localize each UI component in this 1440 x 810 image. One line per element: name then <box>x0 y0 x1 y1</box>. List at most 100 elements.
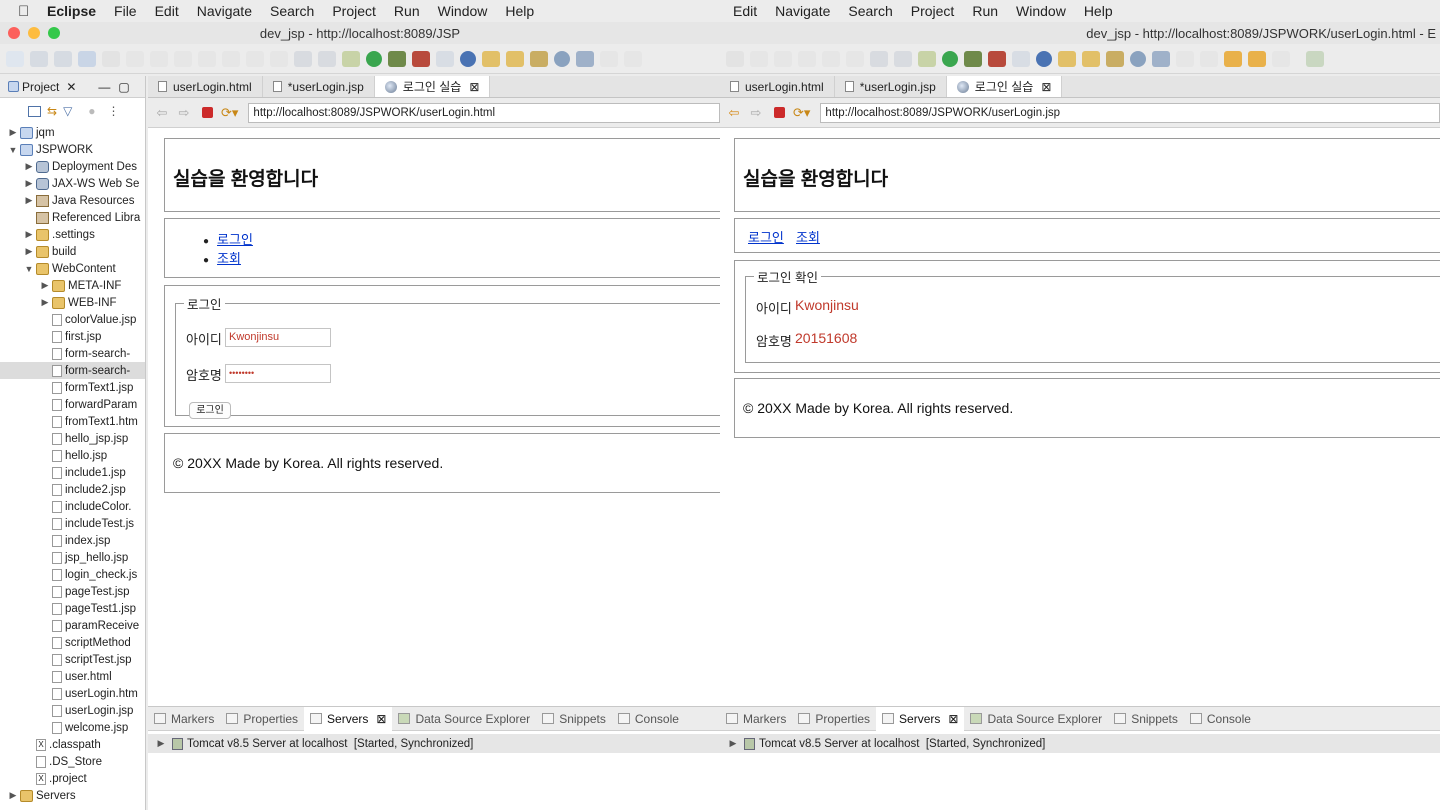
server-row-2[interactable]: ▶ Tomcat v8.5 Server at localhost [Start… <box>720 734 1440 753</box>
tree-item[interactable]: Referenced Libra <box>0 209 145 226</box>
menu-navigate-2[interactable]: Navigate <box>775 3 830 19</box>
new-server-icon[interactable] <box>436 50 454 67</box>
browser-icon-2[interactable] <box>1130 50 1146 67</box>
tab-markers-2[interactable]: Markers <box>720 707 792 731</box>
expand-icon[interactable]: ▶ <box>728 738 738 749</box>
search-tool-icon[interactable] <box>530 50 548 67</box>
run-icon-2[interactable] <box>942 50 958 67</box>
run-icon[interactable] <box>366 50 382 67</box>
tab-console-2[interactable]: Console <box>1184 707 1257 731</box>
apple-icon[interactable]:  <box>18 3 38 20</box>
expand-icon[interactable]: ▶ <box>40 297 50 308</box>
server-row[interactable]: ▶ Tomcat v8.5 Server at localhost [Start… <box>148 734 720 753</box>
tree-item[interactable]: forwardParam <box>0 396 145 413</box>
suspend-icon-2[interactable] <box>774 50 792 67</box>
suspend-icon[interactable] <box>150 50 168 67</box>
tree-item[interactable]: scriptMethod <box>0 634 145 651</box>
tab-servers[interactable]: Servers ⊠ <box>304 707 393 731</box>
next-annotation-icon[interactable] <box>600 50 618 67</box>
tab-login-practice-2[interactable]: 로그인 실습 ⊠ <box>946 76 1063 97</box>
tree-item[interactable]: ▶ JAX-WS Web Se <box>0 175 145 192</box>
tree-item[interactable]: userLogin.jsp <box>0 702 145 719</box>
terminate-icon[interactable] <box>174 50 192 67</box>
tree-item[interactable]: fromText1.htm <box>0 413 145 430</box>
back-history-icon[interactable] <box>1248 50 1266 67</box>
filter-icon[interactable]: ▽ <box>63 104 72 118</box>
step-return-icon[interactable] <box>270 50 288 67</box>
menu-edit-2[interactable]: Edit <box>733 3 757 19</box>
menu-run-2[interactable]: Run <box>972 3 998 19</box>
open-resource-icon-2[interactable] <box>1082 50 1100 67</box>
save-all-icon[interactable] <box>54 50 72 67</box>
expand-icon[interactable]: ▶ <box>24 178 34 189</box>
tree-item[interactable]: index.jsp <box>0 532 145 549</box>
tree-item[interactable]: includeTest.js <box>0 515 145 532</box>
close-tab-icon[interactable]: ⊠ <box>376 712 386 726</box>
project-explorer-tab[interactable]: Project ✕ — ▢ <box>0 76 145 98</box>
tab-userlogin-html-2[interactable]: userLogin.html <box>720 76 835 97</box>
menu-project-2[interactable]: Project <box>911 3 955 19</box>
tree-item[interactable]: hello_jsp.jsp <box>0 430 145 447</box>
expand-icon[interactable]: ▶ <box>8 127 18 138</box>
resume-icon-2[interactable] <box>750 50 768 67</box>
new-icon[interactable] <box>6 50 24 67</box>
expand-icon[interactable]: ▶ <box>24 195 34 206</box>
open-resource-icon[interactable] <box>506 50 524 67</box>
tree-item[interactable]: ▶ WEB-INF <box>0 294 145 311</box>
open-type-icon-2[interactable] <box>1058 50 1076 67</box>
tree-item[interactable]: login_check.js <box>0 566 145 583</box>
tab-data-source-explorer-2[interactable]: Data Source Explorer <box>964 707 1108 731</box>
app-menu[interactable]: Eclipse <box>47 3 96 19</box>
tree-item[interactable]: colorValue.jsp <box>0 311 145 328</box>
tab-properties-2[interactable]: Properties <box>792 707 876 731</box>
maximize-icon[interactable]: ▢ <box>118 80 129 94</box>
tree-item[interactable]: pageTest1.jsp <box>0 600 145 617</box>
url-input[interactable]: http://localhost:8089/JSPWORK/userLogin.… <box>248 102 720 123</box>
tree-item[interactable]: X .classpath <box>0 736 145 753</box>
skip-breakpoints-icon[interactable] <box>102 50 120 67</box>
tab-snippets-2[interactable]: Snippets <box>1108 707 1184 731</box>
tree-item[interactable]: includeColor. <box>0 498 145 515</box>
id-input[interactable]: Kwonjinsu <box>225 328 331 347</box>
tab-userlogin-jsp[interactable]: *userLogin.jsp <box>263 76 375 97</box>
expand-icon[interactable]: ▶ <box>24 161 34 172</box>
skip-breakpoints-icon-2[interactable] <box>726 50 744 67</box>
forward-nav-icon[interactable] <box>1272 50 1290 67</box>
step-into-icon[interactable] <box>222 50 240 67</box>
new-server-icon-2[interactable] <box>1012 50 1030 67</box>
tree-item[interactable]: pageTest.jsp <box>0 583 145 600</box>
tree-item[interactable]: ▶ .settings <box>0 226 145 243</box>
tree-item[interactable]: scriptTest.jsp <box>0 651 145 668</box>
menu-help[interactable]: Help <box>505 3 534 19</box>
step-into-icon-2[interactable] <box>846 50 864 67</box>
view-menu-icon[interactable]: ⋮ <box>108 104 120 118</box>
tab-userlogin-jsp-2[interactable]: *userLogin.jsp <box>835 76 947 97</box>
annotation-icon[interactable] <box>576 50 594 67</box>
link-editor-icon[interactable]: ⇆ <box>47 104 57 118</box>
nav-link-login[interactable]: 로그인 <box>217 232 253 247</box>
tree-item[interactable]: ▶ build <box>0 243 145 260</box>
tree-item[interactable]: ▼ JSPWORK <box>0 141 145 158</box>
tree-item[interactable]: form-search- <box>0 345 145 362</box>
menu-file[interactable]: File <box>114 3 137 19</box>
tree-item[interactable]: userLogin.htm <box>0 685 145 702</box>
tree-item[interactable]: form-search- <box>0 362 145 379</box>
debug-icon-2[interactable] <box>918 50 936 67</box>
menu-navigate[interactable]: Navigate <box>197 3 252 19</box>
collapse-all-icon[interactable] <box>28 105 41 117</box>
new-class-icon[interactable] <box>460 50 476 67</box>
terminal-icon[interactable] <box>78 50 96 67</box>
focus-icon[interactable]: ● <box>88 104 95 118</box>
expand-icon[interactable]: ▶ <box>8 790 18 801</box>
tree-item[interactable]: hello.jsp <box>0 447 145 464</box>
disconnect-icon[interactable] <box>198 50 216 67</box>
forward-icon-2[interactable]: ⇨ <box>748 105 764 121</box>
menu-window[interactable]: Window <box>438 3 488 19</box>
expand-icon[interactable]: ▶ <box>40 280 50 291</box>
back-icon-2[interactable]: ⇦ <box>726 105 742 121</box>
debug-icon[interactable] <box>342 50 360 67</box>
resume-icon[interactable] <box>126 50 144 67</box>
forward-icon[interactable]: ⇨ <box>176 105 192 121</box>
close-tab-icon[interactable]: ⊠ <box>1041 80 1051 94</box>
tab-markers[interactable]: Markers <box>148 707 220 731</box>
